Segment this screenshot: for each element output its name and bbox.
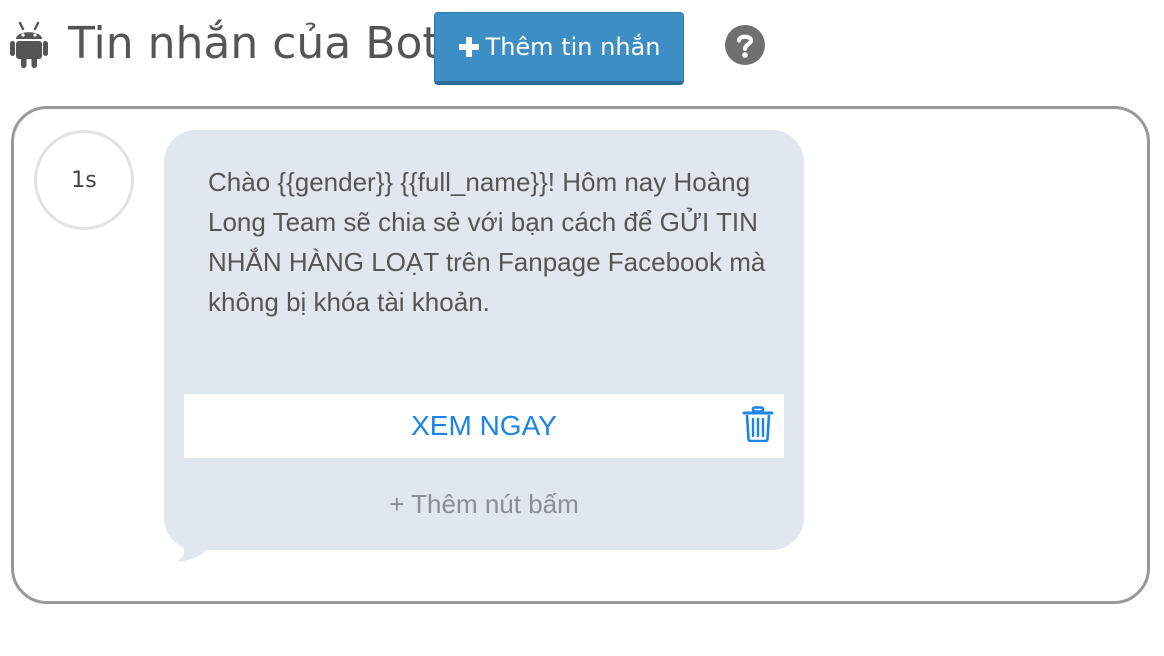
page-title: Tin nhắn của Bot [68,18,440,69]
delay-value: 1s [71,167,97,193]
message-button[interactable]: XEM NGAY [184,394,784,458]
add-button-link[interactable]: + Thêm nút bấm [164,484,804,524]
delay-indicator[interactable]: 1s [34,130,134,230]
bot-messages-page: Tin nhắn của Bot Thêm tin nhắn 1s Chào {… [0,0,1164,656]
question-circle-icon[interactable] [724,24,766,66]
message-button-label[interactable]: XEM NGAY [184,394,784,458]
trash-icon[interactable] [742,406,774,442]
android-icon [10,21,48,68]
message-text[interactable]: Chào {{gender}} {{full_name}}! Hôm nay H… [208,162,768,322]
add-message-button[interactable]: Thêm tin nhắn [434,12,684,85]
plus-icon [458,37,479,57]
add-message-label: Thêm tin nhắn [485,33,661,61]
header: Tin nhắn của Bot Thêm tin nhắn [0,0,1164,90]
